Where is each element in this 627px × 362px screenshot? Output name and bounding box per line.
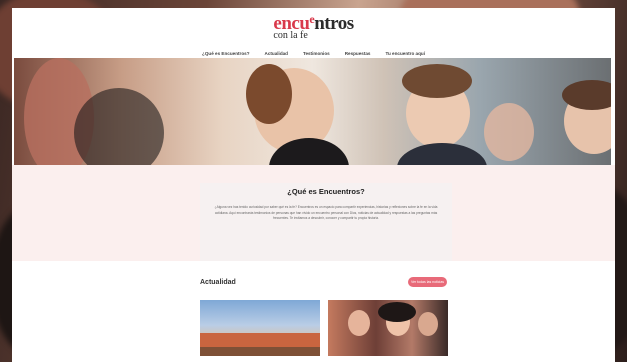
logo-text-dark: ntros (314, 13, 354, 34)
main-nav: ¿Qué es Encuentros? Actualidad Testimoni… (12, 51, 615, 56)
nav-item-respuestas[interactable]: Respuestas (345, 51, 371, 56)
nav-item-que-es[interactable]: ¿Qué es Encuentros? (202, 51, 249, 56)
about-section: ¿Qué es Encuentros? ¿Alguna vez has teni… (12, 165, 615, 261)
nav-item-actualidad[interactable]: Actualidad (265, 51, 288, 56)
news-card-image[interactable] (328, 300, 448, 356)
news-card-image[interactable] (200, 300, 320, 356)
news-section: Actualidad Ver todas las noticias (12, 261, 615, 361)
news-title: Actualidad (200, 279, 236, 286)
all-news-button[interactable]: Ver todas las noticias (408, 277, 447, 287)
site-header: encuentros con la fe ¿Qué es Encuentros?… (12, 8, 615, 58)
nav-item-tu-encuentro[interactable]: Tu encuentro aquí (386, 51, 425, 56)
about-title: ¿Qué es Encuentros? (287, 187, 365, 196)
about-body: ¿Alguna vez has tenido curiosidad por sa… (214, 205, 438, 221)
site-logo[interactable]: encuentros con la fe (273, 13, 354, 41)
web-page: encuentros con la fe ¿Qué es Encuentros?… (12, 8, 615, 362)
about-box: ¿Qué es Encuentros? ¿Alguna vez has teni… (200, 183, 452, 261)
nav-item-testimonios[interactable]: Testimonios (303, 51, 330, 56)
hero-image (14, 58, 611, 165)
